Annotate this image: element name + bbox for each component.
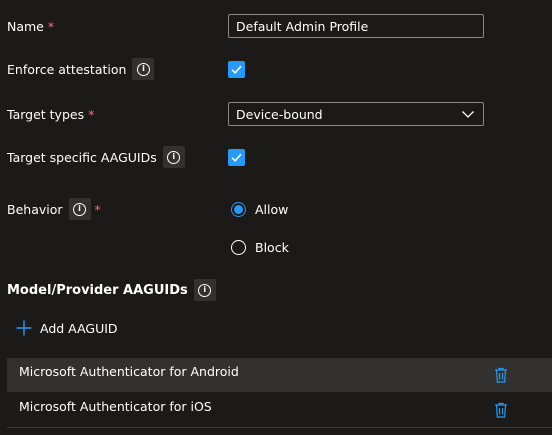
info-icon[interactable]: i [132,58,155,80]
add-icon [16,320,32,336]
required-marker: * [88,107,95,122]
add-aaguid-label: Add AAGUID [40,320,118,336]
radio-selected-icon[interactable] [231,202,246,217]
table-row[interactable]: Microsoft Authenticator for iOS [7,393,552,428]
target-types-label: Target types * [7,107,94,122]
info-icon[interactable]: i [162,146,185,168]
target-types-dropdown[interactable]: Device-bound [228,102,484,126]
target-specific-aaguids-label: Target specific AAGUIDs i [7,146,185,168]
checkmark-icon [231,65,242,74]
target-specific-aaguids-label-text: Target specific AAGUIDs [7,149,157,165]
aaguid-name: Microsoft Authenticator for iOS [19,398,212,414]
checkmark-icon [231,153,242,162]
aaguids-title-text: Model/Provider AAGUIDs [7,282,188,298]
enforce-attestation-label: Enforce attestation i [7,58,155,80]
add-aaguid-button[interactable]: Add AAGUID [16,320,118,336]
delete-icon[interactable] [494,367,508,383]
chevron-down-icon [462,111,474,118]
info-icon[interactable]: i [193,279,216,301]
target-types-value: Device-bound [236,106,323,122]
behavior-label: Behavior i * [7,198,101,220]
aaguids-section-title: Model/Provider AAGUIDs i [7,279,216,301]
behavior-block-label: Block [255,240,289,255]
radio-unselected-icon[interactable] [231,240,246,255]
table-row[interactable]: Microsoft Authenticator for Android [7,358,552,392]
required-marker: * [94,201,101,217]
info-icon[interactable]: i [68,198,91,220]
target-specific-aaguids-checkbox[interactable] [228,149,245,166]
behavior-allow-radio[interactable]: Allow [231,202,288,217]
required-marker: * [47,19,55,34]
behavior-allow-label: Allow [255,202,289,217]
name-label: Name * [7,19,54,34]
enforce-attestation-label-text: Enforce attestation [7,61,127,77]
name-label-text: Name [7,19,44,34]
behavior-label-text: Behavior [7,201,63,217]
aaguid-name: Microsoft Authenticator for Android [19,363,239,379]
delete-icon[interactable] [494,402,508,418]
target-types-label-text: Target types [7,107,85,122]
enforce-attestation-checkbox[interactable] [228,61,245,78]
name-input[interactable] [228,14,484,38]
behavior-block-radio[interactable]: Block [231,240,289,255]
